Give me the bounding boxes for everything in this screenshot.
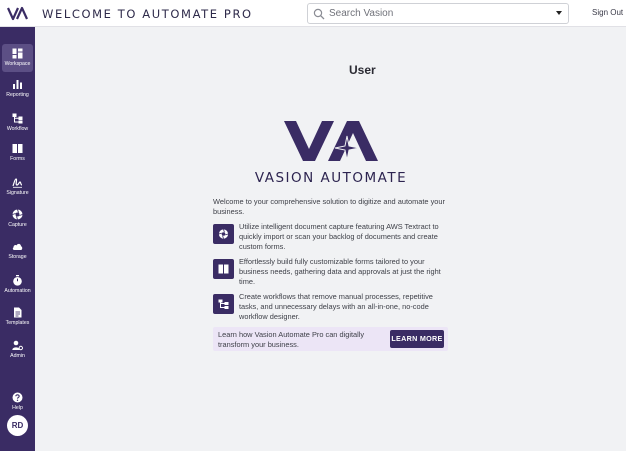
sidebar-item-storage[interactable]: Storage <box>2 237 33 265</box>
vasion-logo-icon[interactable] <box>7 6 29 21</box>
forms-icon <box>12 144 23 153</box>
sidebar-item-forms[interactable]: Forms <box>2 139 33 167</box>
cta-text: Learn how Vasion Automate Pro can digita… <box>218 330 365 349</box>
brand-name: VASION AUTOMATE <box>254 170 408 186</box>
workspace-icon <box>12 48 23 59</box>
bar-chart-icon <box>13 80 22 89</box>
page-title: User <box>349 63 376 77</box>
sidebar-item-workflow[interactable]: Workflow <box>2 109 33 137</box>
learn-more-button[interactable]: LEARN MORE <box>390 330 444 348</box>
vasion-logo-icon <box>284 121 378 161</box>
sidebar-item-templates[interactable]: Templates <box>2 303 33 331</box>
feature-text: Utilize intelligent document capture fea… <box>239 222 439 251</box>
search-icon <box>313 8 325 20</box>
document-icon <box>14 307 22 318</box>
user-avatar[interactable]: RD <box>7 415 28 436</box>
feature-text: Create workflows that remove manual proc… <box>239 292 433 321</box>
feature-icon-box <box>213 224 234 244</box>
top-bar: WELCOME TO AUTOMATE PRO Sign Out <box>0 0 626 27</box>
sidebar-item-label: Reporting <box>6 92 29 98</box>
sign-out-link[interactable]: Sign Out <box>592 8 623 17</box>
sidebar-item-automation[interactable]: Automation <box>2 271 33 299</box>
sidebar-item-help[interactable]: Help <box>2 388 33 416</box>
feature-text: Effortlessly build fully customizable fo… <box>239 257 441 286</box>
capture-aperture-icon <box>218 229 229 239</box>
search-input[interactable] <box>329 6 544 21</box>
sidebar-item-capture[interactable]: Capture <box>2 205 33 233</box>
sidebar-item-label: Forms <box>10 156 25 162</box>
sidebar-item-label: Help <box>12 405 23 411</box>
cloud-icon <box>12 243 23 250</box>
sidebar-item-admin[interactable]: Admin <box>2 336 33 364</box>
intro-text: Welcome to your comprehensive solution t… <box>213 197 445 216</box>
sidebar-item-label: Capture <box>8 222 27 228</box>
sidebar-item-label: Storage <box>8 254 27 260</box>
help-icon <box>12 392 23 403</box>
search-box[interactable] <box>307 3 569 24</box>
sidebar-item-reporting[interactable]: Reporting <box>2 75 33 103</box>
sidebar-item-label: Workspace <box>4 61 31 67</box>
forms-icon <box>218 264 229 274</box>
sidebar-item-signature[interactable]: Signature <box>2 173 33 201</box>
app-title: WELCOME TO AUTOMATE PRO <box>42 7 253 21</box>
sidebar-item-label: Automation <box>4 288 31 294</box>
sidebar-item-label: Templates <box>5 320 30 326</box>
sidebar: Workspace Reporting Workflow Forms Signa… <box>0 27 35 451</box>
sidebar-item-label: Admin <box>10 353 25 359</box>
caret-down-icon[interactable] <box>556 11 562 15</box>
feature-icon-box <box>213 294 234 314</box>
sidebar-item-label: Signature <box>6 190 29 196</box>
capture-icon <box>12 209 23 220</box>
admin-icon <box>12 340 23 351</box>
sidebar-item-workspace[interactable]: Workspace <box>2 44 33 72</box>
feature-icon-box <box>213 259 234 279</box>
workflow-icon <box>218 299 229 309</box>
signature-icon <box>12 178 23 188</box>
learn-more-banner: Learn how Vasion Automate Pro can digita… <box>213 327 448 351</box>
sidebar-item-label: Workflow <box>6 126 29 132</box>
stopwatch-icon <box>13 275 22 286</box>
workflow-icon <box>12 113 23 124</box>
